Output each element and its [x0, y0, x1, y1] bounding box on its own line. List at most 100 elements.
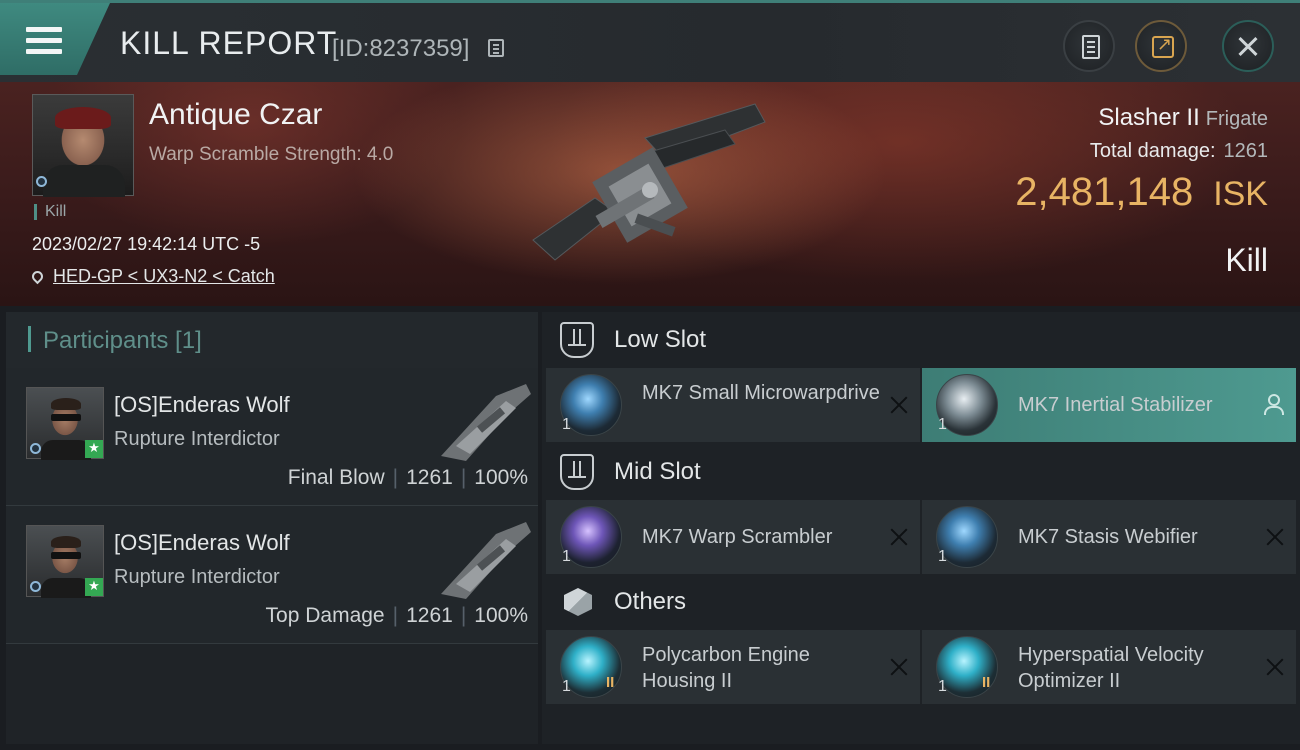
star-icon: ★	[85, 440, 103, 458]
avatar-hair	[51, 398, 81, 410]
notes-button[interactable]	[1063, 20, 1115, 72]
participants-title: Participants [1]	[43, 327, 202, 354]
low-slot-icon	[560, 322, 594, 358]
module-item[interactable]: 1 MK7 Inertial Stabilizer	[922, 368, 1296, 442]
victim-detail: Warp Scramble Strength: 4.0	[149, 144, 394, 165]
kill-timestamp: 2023/02/27 19:42:14 UTC -5	[32, 234, 261, 254]
low-slot-label: Low Slot	[614, 326, 707, 353]
participant-stats: Final Blow | 1261 | 100%	[287, 466, 528, 489]
module-name: MK7 Warp Scrambler	[642, 526, 833, 548]
participant-name: [OS]Enderas Wolf	[114, 392, 290, 417]
participant-row[interactable]: ★ [OS]Enderas Wolf Rupture Interdictor F…	[6, 368, 538, 506]
others-header: Others	[542, 574, 1300, 630]
module-qty: 1	[938, 416, 947, 433]
participant-name: [OS]Enderas Wolf	[114, 530, 290, 555]
share-icon	[1152, 34, 1174, 58]
participant-avatar[interactable]: ★	[26, 525, 104, 598]
participant-percent: 100%	[474, 604, 528, 627]
module-item[interactable]: 1 MK7 Stasis Webifier	[922, 500, 1296, 574]
isk-amount: 2,481,148	[1015, 170, 1194, 214]
module-qty: 1	[562, 548, 571, 565]
destroyed-icon	[1266, 658, 1284, 676]
participant-role: Final Blow	[287, 466, 385, 489]
victim-ship: Slasher II Frigate	[1098, 104, 1268, 132]
module-name: Hyperspatial Velocity Optimizer II	[1018, 644, 1204, 692]
mid-slot-icon	[560, 454, 594, 490]
location-link[interactable]: HED-GP < UX3-N2 < Catch	[53, 266, 275, 286]
hamburger-icon	[26, 27, 62, 55]
top-bar: KILL REPORT [ID:8237359]	[0, 0, 1300, 82]
module-tier: II	[606, 674, 615, 691]
participant-ship-image	[441, 384, 531, 461]
module-qty: 1	[938, 678, 947, 695]
destroyed-icon	[890, 528, 908, 546]
participant-avatar[interactable]: ★	[26, 387, 104, 460]
kill-location[interactable]: HED-GP < UX3-N2 < Catch	[29, 266, 275, 287]
total-damage: Total damage: 1261	[1090, 140, 1268, 163]
portrait-beret	[55, 107, 111, 129]
module-item[interactable]: 1 MK7 Small Microwarpdrive	[546, 368, 920, 442]
module-name: MK7 Inertial Stabilizer	[1018, 394, 1213, 416]
report-id: [ID:8237359]	[332, 35, 470, 62]
victim-ship-image	[532, 103, 766, 261]
participant-row[interactable]: ★ [OS]Enderas Wolf Rupture Interdictor T…	[6, 506, 538, 644]
destroyed-icon	[890, 396, 908, 414]
avatar-glasses	[51, 414, 81, 421]
kill-tag: Kill	[34, 204, 66, 220]
module-qty: 1	[562, 678, 571, 695]
module-qty: 1	[562, 416, 571, 433]
share-button[interactable]	[1135, 20, 1187, 72]
module-name: MK7 Stasis Webifier	[1018, 526, 1198, 548]
module-name: MK7 Small Microwarpdrive	[642, 382, 880, 404]
ship-class: Frigate	[1205, 108, 1268, 130]
location-pin-icon	[29, 268, 46, 285]
document-icon	[1082, 35, 1100, 59]
avatar-suit	[41, 578, 91, 598]
participants-header: Participants [1]	[6, 312, 538, 368]
portrait-uniform	[43, 165, 125, 197]
copy-icon[interactable]	[488, 39, 504, 57]
participant-ship: Rupture Interdictor	[114, 566, 280, 588]
kill-result: Kill	[1225, 242, 1268, 278]
module-item[interactable]: 1 MK7 Warp Scrambler	[546, 500, 920, 574]
total-damage-value: 1261	[1223, 140, 1269, 162]
isk-unit: ISK	[1213, 175, 1268, 213]
low-slot-header: Low Slot	[542, 312, 1300, 368]
close-button[interactable]	[1222, 20, 1274, 72]
mid-slot-label: Mid Slot	[614, 458, 701, 485]
menu-button[interactable]	[0, 3, 110, 75]
module-name: Polycarbon Engine Housing II	[642, 644, 810, 692]
participant-role: Top Damage	[265, 604, 385, 627]
avatar-glasses	[51, 552, 81, 559]
participant-percent: 100%	[474, 466, 528, 489]
participant-stats: Top Damage | 1261 | 100%	[265, 604, 528, 627]
module-item[interactable]: 1 II Polycarbon Engine Housing II	[546, 630, 920, 704]
mid-slot-header: Mid Slot	[542, 444, 1300, 500]
module-tier: II	[982, 674, 991, 691]
isk-value: 2,481,148 ISK	[1015, 170, 1268, 215]
participant-ship-image	[441, 522, 531, 599]
page-title: KILL REPORT	[120, 25, 338, 61]
destroyed-icon	[890, 658, 908, 676]
participant-damage: 1261	[406, 466, 453, 489]
cube-icon	[564, 588, 592, 616]
others-label: Others	[614, 588, 687, 615]
participants-panel: Participants [1] ★ [OS]Enderas Wolf Rupt…	[6, 312, 538, 744]
fitting-panel: Low Slot 1 MK7 Small Microwarpdrive 1 MK…	[542, 312, 1300, 744]
corp-icon	[36, 176, 47, 187]
destroyed-icon	[1266, 528, 1284, 546]
total-damage-label: Total damage:	[1089, 140, 1216, 162]
corp-icon	[30, 443, 41, 454]
participant-damage: 1261	[406, 604, 453, 627]
star-icon: ★	[85, 578, 103, 596]
ship-name: Slasher II	[1098, 104, 1200, 131]
corp-icon	[30, 581, 41, 592]
avatar-suit	[41, 440, 91, 460]
module-qty: 1	[938, 548, 947, 565]
victim-banner: Antique Czar Warp Scramble Strength: 4.0…	[0, 82, 1300, 306]
avatar-hair	[51, 536, 81, 548]
victim-portrait[interactable]	[32, 94, 134, 197]
victim-name: Antique Czar	[149, 98, 323, 131]
dropped-user-icon	[1264, 394, 1284, 415]
module-item[interactable]: 1 II Hyperspatial Velocity Optimizer II	[922, 630, 1296, 704]
